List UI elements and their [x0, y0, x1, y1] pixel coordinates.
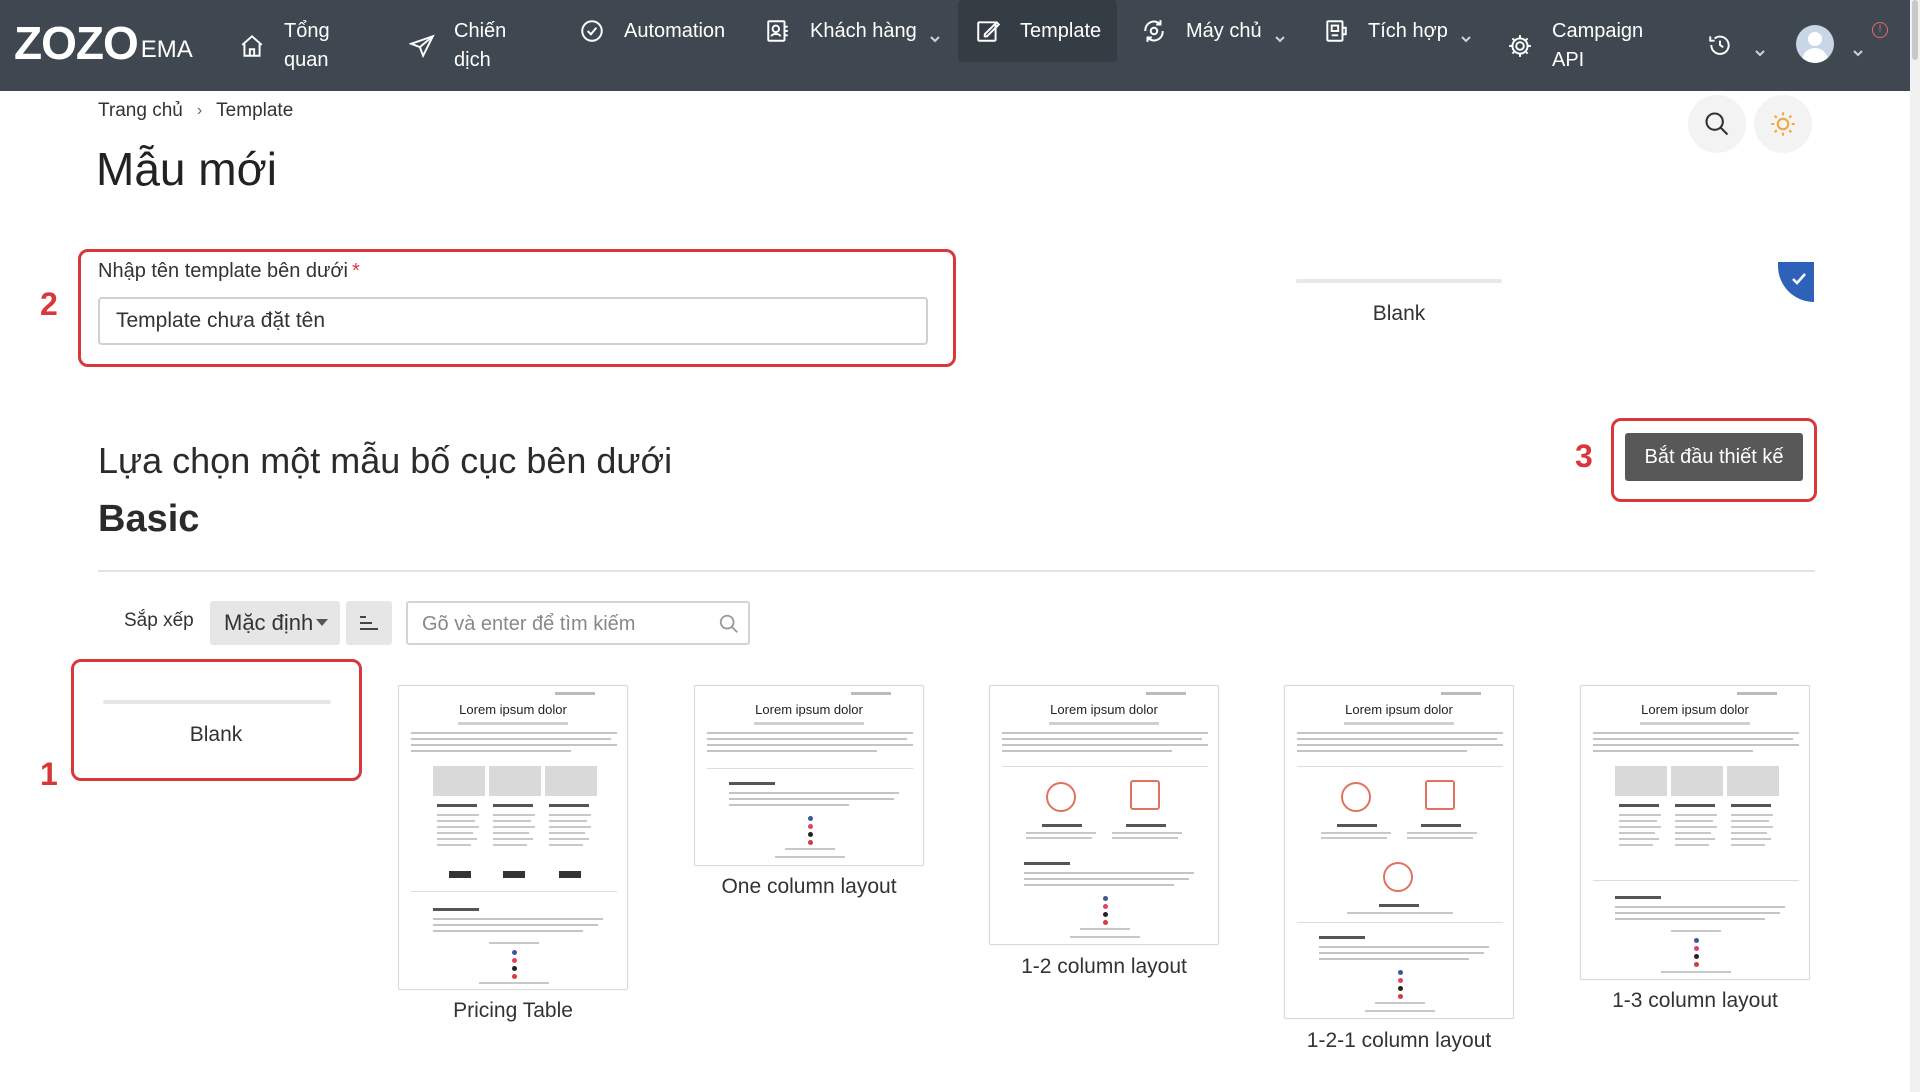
- template-card-blank[interactable]: Blank: [100, 697, 332, 757]
- selected-template-preview: Blank: [1296, 276, 1502, 336]
- chevron-down-icon: [1852, 39, 1864, 57]
- nav-item-campaign[interactable]: Chiến dịch: [408, 0, 506, 91]
- template-thumbnail: Lorem ipsum dolor: [1580, 685, 1810, 980]
- layout-section-title: Lựa chọn một mẫu bố cục bên dưới: [98, 440, 673, 481]
- integration-icon: [1322, 17, 1350, 45]
- template-card-caption: Pricing Table: [453, 999, 573, 1022]
- logo-main-text: ZOZO: [14, 17, 139, 69]
- nav-label-server: Máy chủ: [1186, 19, 1262, 42]
- breadcrumb: Trang chủ › Template: [98, 100, 293, 122]
- thumbnail-title: Lorem ipsum dolor: [1345, 702, 1453, 717]
- checkmark-icon: [1792, 273, 1806, 285]
- template-card-pricing-table[interactable]: Lorem ipsum dolor Pricing Table: [398, 685, 628, 1025]
- sort-select[interactable]: Mặc định: [210, 601, 340, 645]
- alert-icon[interactable]: !: [1872, 22, 1888, 38]
- nav-item-integration[interactable]: Tích hợp: [1322, 0, 1472, 62]
- template-thumbnail: Lorem ipsum dolor: [989, 685, 1219, 945]
- nav-label-integration: Tích hợp: [1368, 19, 1448, 42]
- breadcrumb-home-link[interactable]: Trang chủ: [98, 100, 183, 122]
- caret-down-icon: [316, 619, 328, 626]
- chevron-down-icon: [1754, 39, 1766, 57]
- nav-label-overview: Tổng quan: [284, 19, 330, 71]
- search-button[interactable]: [1688, 95, 1746, 153]
- sort-label: Sắp xếp: [124, 610, 194, 631]
- blank-card-line: [103, 700, 331, 704]
- template-card-caption: Blank: [189, 723, 243, 746]
- thumbnail-title: Lorem ipsum dolor: [755, 702, 863, 717]
- template-card-1-3-column[interactable]: Lorem ipsum dolor 1-3 column layout: [1580, 685, 1810, 1020]
- nav-label-campaign-api: Campaign API: [1552, 19, 1644, 71]
- template-thumbnail: Lorem ipsum dolor: [398, 685, 628, 990]
- nav-item-server[interactable]: Máy chủ: [1140, 0, 1286, 62]
- template-search-box: [406, 601, 750, 645]
- sort-lines-icon: [360, 616, 378, 630]
- selected-check-badge: [1778, 262, 1814, 302]
- template-card-one-column[interactable]: Lorem ipsum dolor One column layout: [694, 685, 924, 905]
- nav-item-customers[interactable]: Khách hàng: [764, 0, 941, 62]
- step-number-3: 3: [1575, 438, 1593, 474]
- step-number-1: 1: [40, 756, 58, 792]
- template-thumbnail: Lorem ipsum dolor: [1284, 685, 1514, 1019]
- nav-label-template: Template: [1020, 19, 1102, 42]
- thumbnail-title: Lorem ipsum dolor: [459, 702, 567, 717]
- sun-icon: [1771, 112, 1795, 136]
- nav-item-overview[interactable]: Tổng quan: [238, 0, 330, 91]
- template-card-caption: One column layout: [721, 875, 897, 898]
- layout-category-title: Basic: [98, 498, 200, 540]
- blank-preview-line: [1296, 279, 1502, 283]
- server-sync-icon: [1140, 17, 1168, 45]
- contacts-icon: [764, 17, 792, 45]
- user-menu-toggle[interactable]: [1852, 0, 1864, 90]
- thumbnail-title: Lorem ipsum dolor: [1641, 702, 1749, 717]
- chevron-down-icon: [1274, 25, 1286, 43]
- nav-label-customers: Khách hàng: [810, 19, 917, 42]
- thumbnail-title: Lorem ipsum dolor: [1050, 702, 1158, 717]
- template-card-caption: 1-2 column layout: [1021, 955, 1187, 978]
- page-title: Mẫu mới: [96, 143, 277, 195]
- search-icon: [1705, 112, 1729, 136]
- nav-label-campaign: Chiến dịch: [454, 19, 507, 71]
- gear-icon: [1506, 32, 1534, 60]
- sort-order-button[interactable]: [346, 601, 392, 645]
- history-icon: [1706, 31, 1734, 59]
- nav-item-template[interactable]: Template: [958, 0, 1118, 62]
- check-badge-icon: [578, 17, 606, 45]
- logo-sub-text: EMA: [140, 36, 193, 63]
- selected-template-label: Blank: [1372, 302, 1426, 325]
- top-navigation-bar: ZOZO EMA Tổng quan Chiến dịch Automation K…: [0, 0, 1910, 91]
- chevron-down-icon: [1460, 25, 1472, 43]
- step-number-2: 2: [40, 286, 58, 322]
- start-design-button[interactable]: Bắt đầu thiết kế: [1625, 433, 1803, 481]
- template-name-label: Nhập tên template bên dưới *: [98, 260, 360, 282]
- template-thumbnail: Lorem ipsum dolor: [694, 685, 924, 866]
- template-card-caption: 1-2-1 column layout: [1306, 1029, 1492, 1052]
- home-icon: [238, 32, 266, 60]
- paper-plane-icon: [408, 32, 436, 60]
- history-menu[interactable]: [1706, 0, 1766, 90]
- nav-label-automation: Automation: [624, 19, 726, 42]
- edit-icon: [974, 17, 1002, 45]
- zozo-ema-logo[interactable]: ZOZO EMA: [14, 20, 193, 66]
- theme-toggle-button[interactable]: [1754, 95, 1812, 153]
- required-mark: *: [352, 260, 360, 282]
- breadcrumb-current: Template: [216, 100, 294, 121]
- nav-item-campaign-api[interactable]: Campaign API: [1506, 0, 1643, 91]
- section-divider: [98, 570, 1815, 572]
- sort-select-value: Mặc định: [224, 610, 314, 635]
- chevron-down-icon: [929, 25, 941, 43]
- page-scrollbar[interactable]: [1910, 0, 1920, 1092]
- template-search-input[interactable]: [422, 610, 702, 638]
- template-name-input[interactable]: [98, 297, 928, 345]
- template-card-1-2-column[interactable]: Lorem ipsum dolor 1-2 column layout: [989, 685, 1219, 985]
- search-icon: [719, 614, 738, 633]
- nav-item-automation[interactable]: Automation: [578, 0, 725, 62]
- breadcrumb-separator: ›: [196, 102, 203, 119]
- template-card-caption: 1-3 column layout: [1612, 989, 1778, 1012]
- user-avatar[interactable]: [1796, 25, 1834, 63]
- template-card-1-2-1-column[interactable]: Lorem ipsum dolor 1-2-1 column layout: [1284, 685, 1514, 1055]
